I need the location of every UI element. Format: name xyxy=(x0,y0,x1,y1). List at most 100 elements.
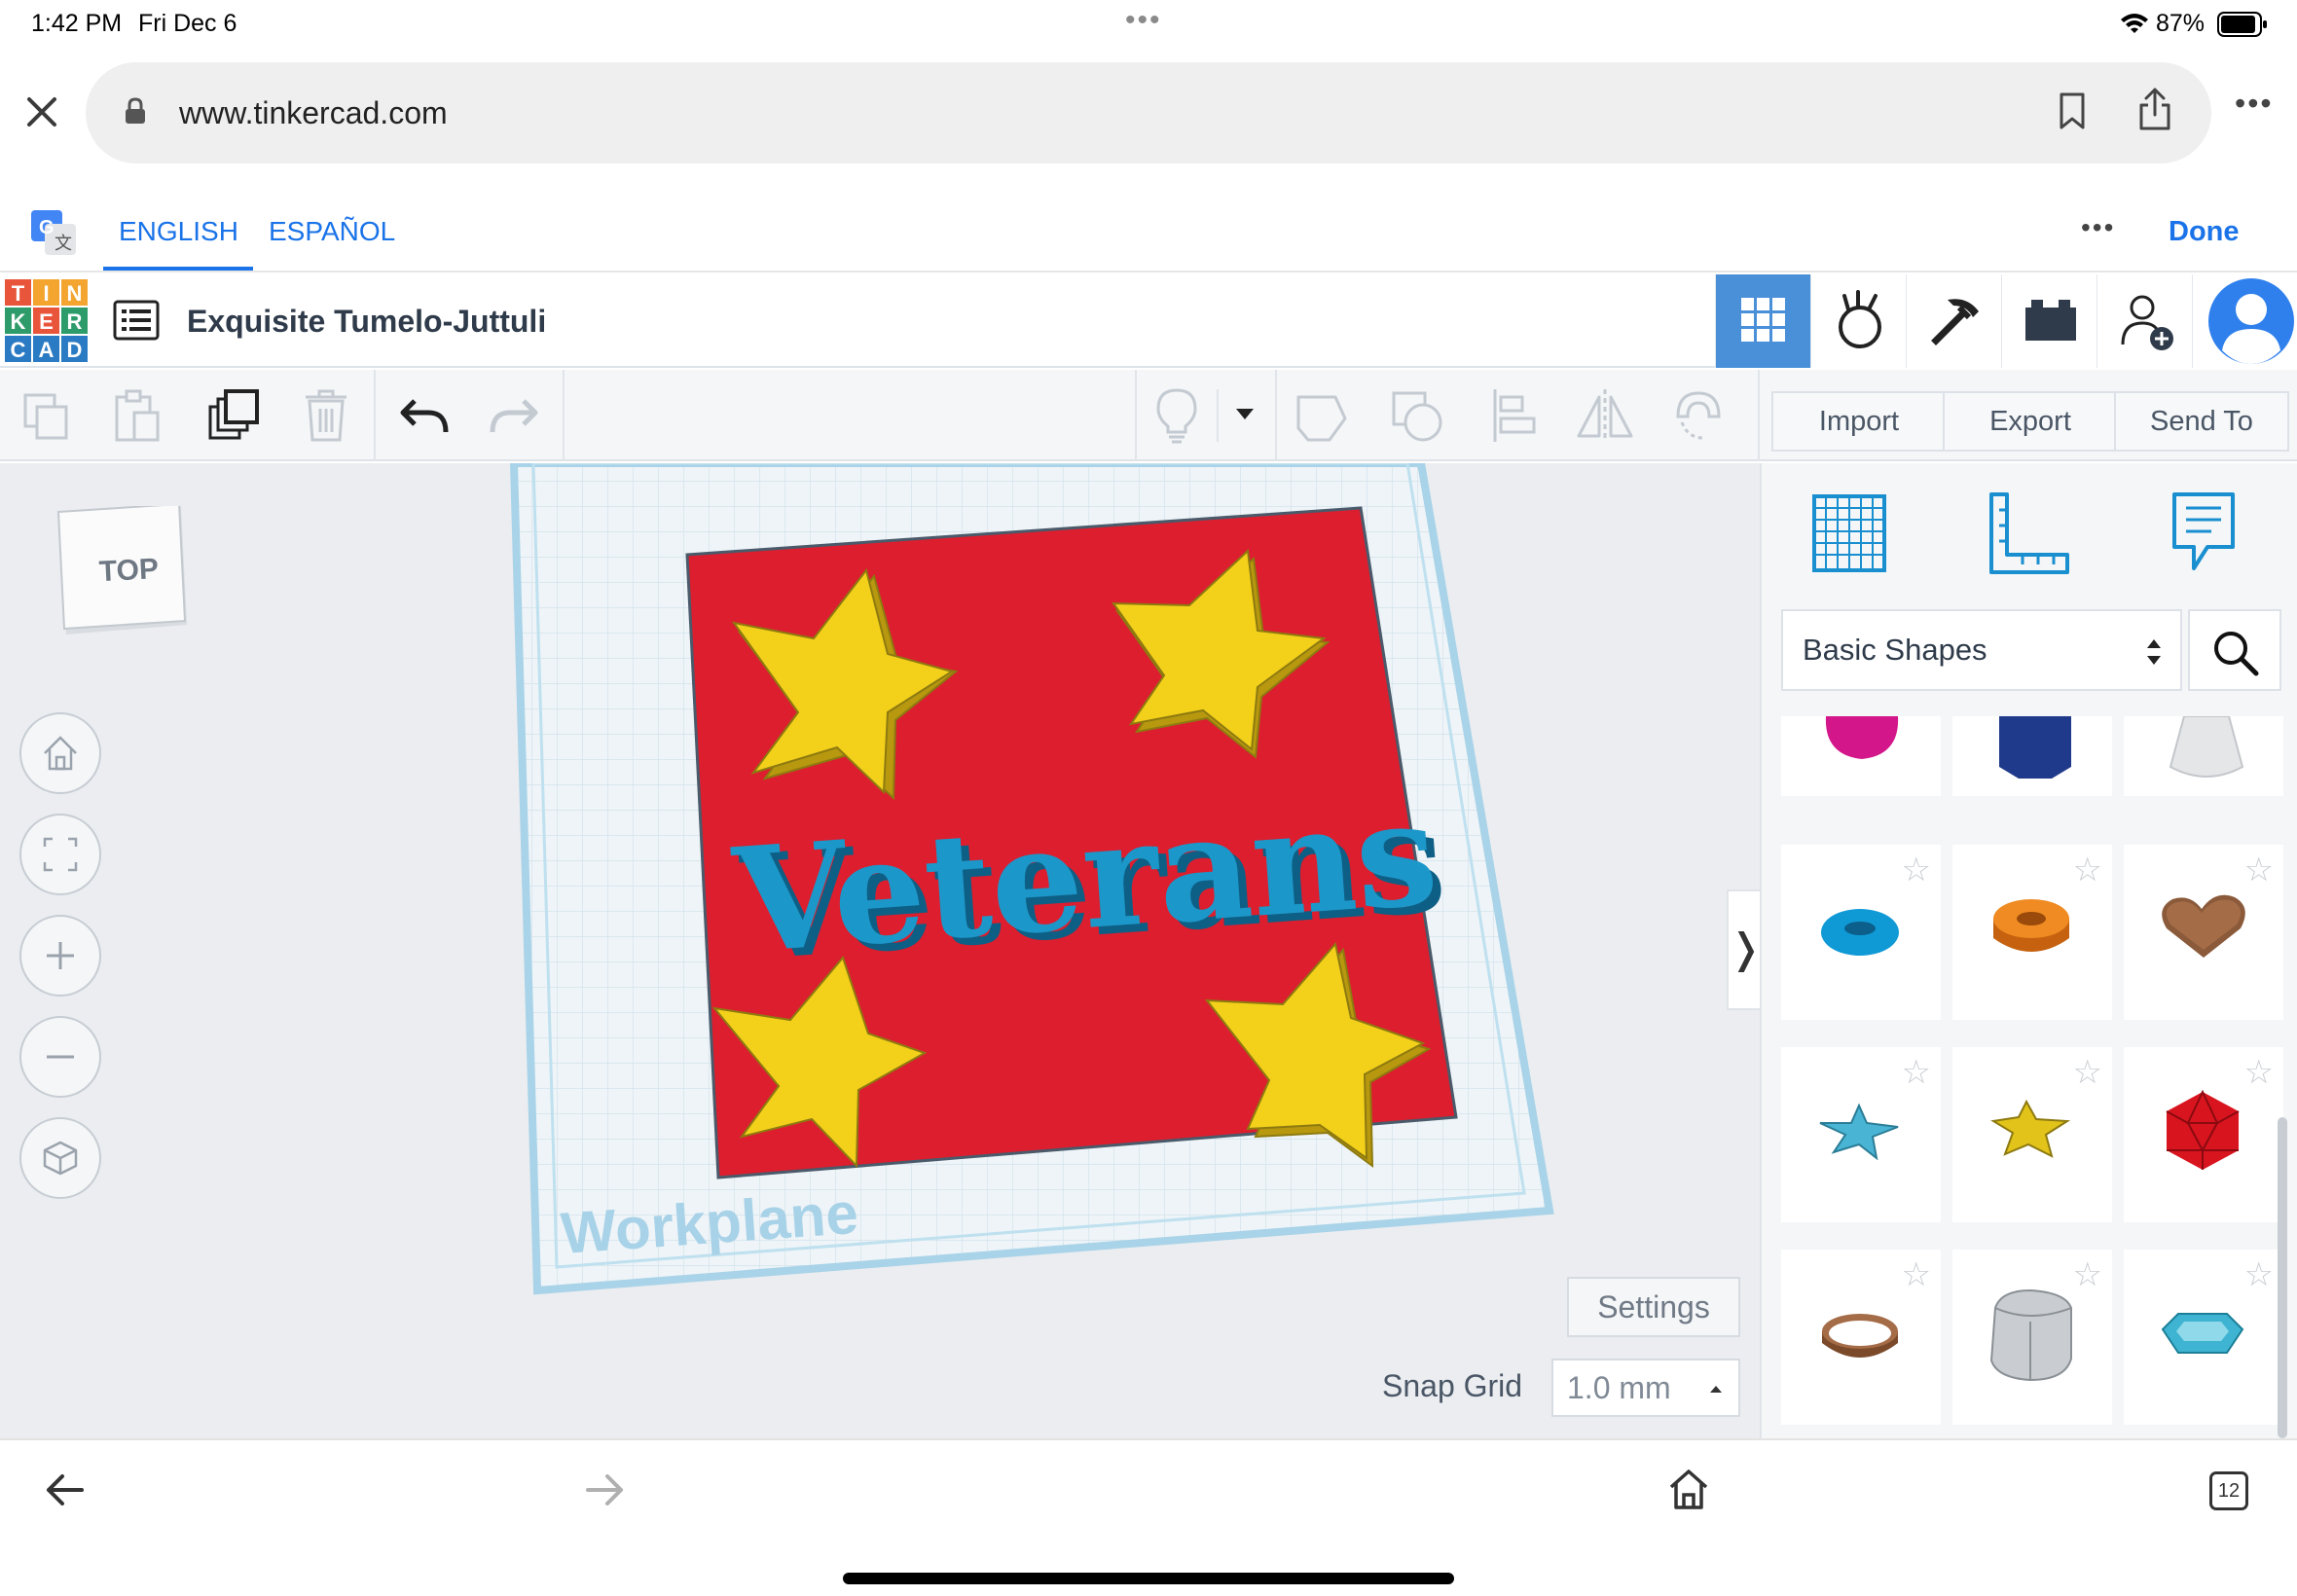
browser-bottom-bar: 12 xyxy=(0,1438,2297,1596)
torus-shape-icon xyxy=(1821,909,1899,956)
workplane-tool-icon[interactable] xyxy=(1808,492,1890,574)
fit-frame-icon xyxy=(43,837,78,872)
shape-tile[interactable] xyxy=(1952,716,2112,796)
favorite-star-icon[interactable]: ☆ xyxy=(2073,851,2102,889)
heart-shape-icon xyxy=(2162,894,2245,958)
scene-viewport[interactable]: Veterans Veterans Workplane xyxy=(0,463,1760,1438)
lang-selected-indicator xyxy=(103,267,253,271)
import-button[interactable]: Import xyxy=(1771,391,1947,452)
browser-address-row: www.tinkercad.com ••• xyxy=(0,58,2297,165)
search-icon xyxy=(2214,632,2259,676)
tabs-count-button[interactable]: 12 xyxy=(2209,1471,2248,1510)
ungroup-icon[interactable] xyxy=(1390,389,1444,444)
copy-icon[interactable] xyxy=(21,391,72,442)
svg-text:E: E xyxy=(39,309,54,334)
shape-tile[interactable]: ☆ xyxy=(1952,1047,2112,1222)
edit-toolbar: Import Export Send To xyxy=(0,370,2297,461)
design-list-icon[interactable] xyxy=(113,300,160,341)
snap-grid-label: Snap Grid xyxy=(1382,1368,1523,1403)
wifi-icon xyxy=(2121,14,2148,33)
undo-icon[interactable] xyxy=(399,397,450,436)
shape-tile[interactable]: ☆ xyxy=(2124,845,2283,1020)
profile-avatar[interactable] xyxy=(2192,274,2297,368)
design-title[interactable]: Exquisite Tumelo-Juttuli xyxy=(187,304,546,340)
battery-percent: 87% xyxy=(2156,10,2206,37)
star-shape-icon xyxy=(1819,1103,1899,1160)
favorite-star-icon[interactable]: ☆ xyxy=(2244,1255,2274,1294)
translate-more-icon[interactable]: ••• xyxy=(2081,212,2115,243)
zoom-in-button[interactable] xyxy=(19,915,101,997)
cone-shape-icon xyxy=(2169,716,2244,778)
align-icon[interactable] xyxy=(1491,387,1538,444)
svg-text:T: T xyxy=(12,281,25,306)
home-icon[interactable] xyxy=(1668,1468,1709,1510)
shape-tile[interactable]: ☆ xyxy=(1952,1250,2112,1425)
lang-spanish-tab[interactable]: ESPAÑOL xyxy=(269,216,395,247)
multitask-dots-icon[interactable]: ••• xyxy=(1125,4,1162,37)
address-bar[interactable]: www.tinkercad.com xyxy=(86,62,2211,163)
bricks-button[interactable] xyxy=(2001,274,2096,368)
shape-tile[interactable] xyxy=(1781,716,1941,796)
caret-up-icon xyxy=(1710,1386,1722,1393)
share-icon[interactable] xyxy=(2137,86,2172,132)
back-arrow-icon[interactable] xyxy=(45,1473,84,1506)
group-icon[interactable] xyxy=(1294,389,1349,444)
panel-scrollbar[interactable] xyxy=(2278,1117,2287,1438)
perspective-toggle-button[interactable] xyxy=(19,1117,101,1199)
home-indicator xyxy=(843,1573,1454,1584)
lang-english-tab[interactable]: ENGLISH xyxy=(119,216,238,247)
shape-tile[interactable]: ☆ xyxy=(1781,1250,1941,1425)
toolbar-divider xyxy=(563,370,565,461)
svg-text:文: 文 xyxy=(55,234,72,254)
tinkercad-logo[interactable]: T I N K E R C A D xyxy=(4,278,90,364)
redo-icon[interactable] xyxy=(489,397,539,436)
close-icon[interactable] xyxy=(25,95,58,128)
shape-tile[interactable] xyxy=(2124,716,2283,796)
settings-button[interactable]: Settings xyxy=(1567,1277,1740,1337)
status-date: Fri Dec 6 xyxy=(138,10,237,37)
shape-tile[interactable]: ☆ xyxy=(1781,845,1941,1020)
blocks-button[interactable] xyxy=(1906,274,2001,368)
bookmark-icon[interactable] xyxy=(2058,91,2087,130)
paste-icon[interactable] xyxy=(113,389,162,444)
translate-done-button[interactable]: Done xyxy=(2169,216,2240,248)
shape-tile[interactable]: ☆ xyxy=(2124,1047,2283,1222)
lightbulb-icon[interactable] xyxy=(1154,387,1199,446)
favorite-star-icon[interactable]: ☆ xyxy=(1902,851,1931,889)
chevron-down-icon[interactable] xyxy=(1234,407,1256,422)
forward-arrow-icon[interactable] xyxy=(586,1473,625,1506)
send-to-button[interactable]: Send To xyxy=(2114,391,2289,452)
shape-search-button[interactable] xyxy=(2188,609,2281,691)
delete-icon[interactable] xyxy=(304,387,348,444)
snap-grid-select[interactable]: 1.0 mm xyxy=(1551,1359,1740,1417)
shape-tile[interactable]: ☆ xyxy=(1952,845,2112,1020)
avatar-icon xyxy=(2208,278,2294,364)
shape-category-value: Basic Shapes xyxy=(1803,633,1987,667)
shape-tile[interactable]: ☆ xyxy=(2124,1250,2283,1425)
browser-more-icon[interactable]: ••• xyxy=(2235,86,2274,122)
shape-category-select[interactable]: Basic Shapes xyxy=(1781,609,2182,691)
ruler-icon[interactable] xyxy=(1987,490,2071,578)
view-cube[interactable]: TOP xyxy=(55,506,201,642)
svg-text:I: I xyxy=(43,281,49,306)
export-button[interactable]: Export xyxy=(1943,391,2118,452)
notes-icon[interactable] xyxy=(2169,490,2239,574)
invite-user-button[interactable] xyxy=(2096,274,2192,368)
workspace-canvas[interactable]: Veterans Veterans Workplane TOP Settings… xyxy=(0,463,1760,1438)
zoom-out-button[interactable] xyxy=(19,1016,101,1098)
favorite-star-icon[interactable]: ☆ xyxy=(1902,1255,1931,1294)
fit-view-button[interactable] xyxy=(19,814,101,895)
shape-tile[interactable]: ☆ xyxy=(1781,1047,1941,1222)
favorite-star-icon[interactable]: ☆ xyxy=(2244,1053,2274,1092)
favorite-star-icon[interactable]: ☆ xyxy=(2244,851,2274,889)
favorite-star-icon[interactable]: ☆ xyxy=(1902,1053,1931,1092)
3d-design-view-button[interactable] xyxy=(1715,274,1810,368)
mirror-icon[interactable] xyxy=(1575,387,1635,444)
duplicate-icon[interactable] xyxy=(206,389,261,444)
collapse-panel-button[interactable]: ❭ xyxy=(1727,889,1763,1010)
favorite-star-icon[interactable]: ☆ xyxy=(2073,1053,2102,1092)
home-view-button[interactable] xyxy=(19,712,101,794)
sim-lab-button[interactable] xyxy=(1810,274,1906,368)
plus-icon xyxy=(47,942,74,969)
magnet-icon[interactable] xyxy=(1670,387,1727,444)
